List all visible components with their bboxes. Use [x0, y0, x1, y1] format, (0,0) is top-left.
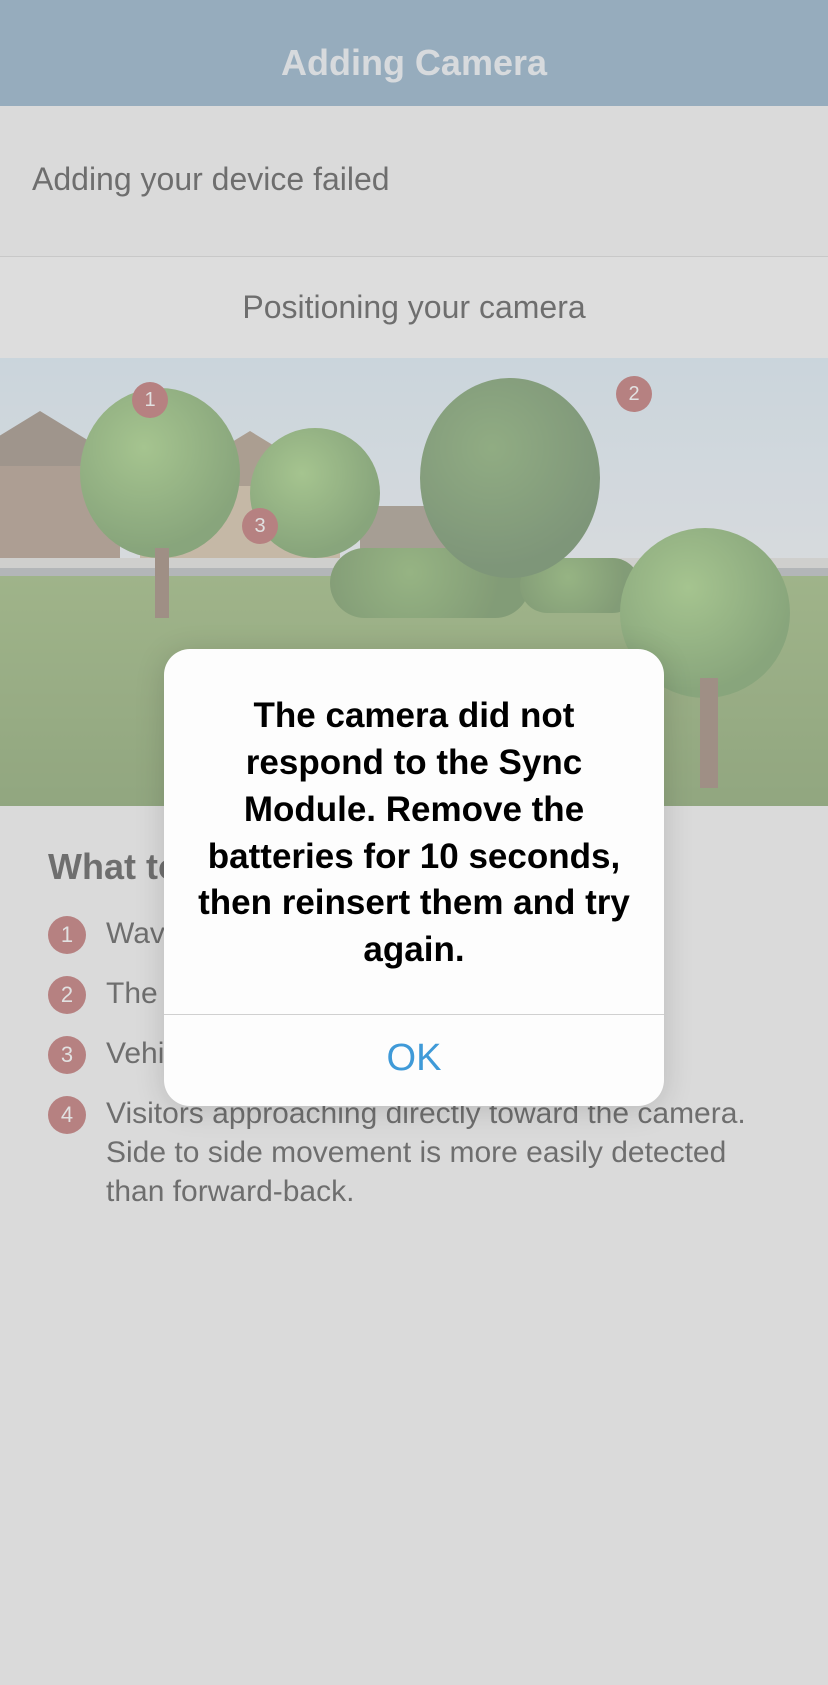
- modal-overlay: The camera did not respond to the Sync M…: [0, 0, 828, 1685]
- alert-body: The camera did not respond to the Sync M…: [164, 649, 664, 1014]
- ok-button[interactable]: OK: [164, 1015, 664, 1106]
- alert-dialog: The camera did not respond to the Sync M…: [164, 649, 664, 1106]
- alert-message: The camera did not respond to the Sync M…: [198, 693, 630, 974]
